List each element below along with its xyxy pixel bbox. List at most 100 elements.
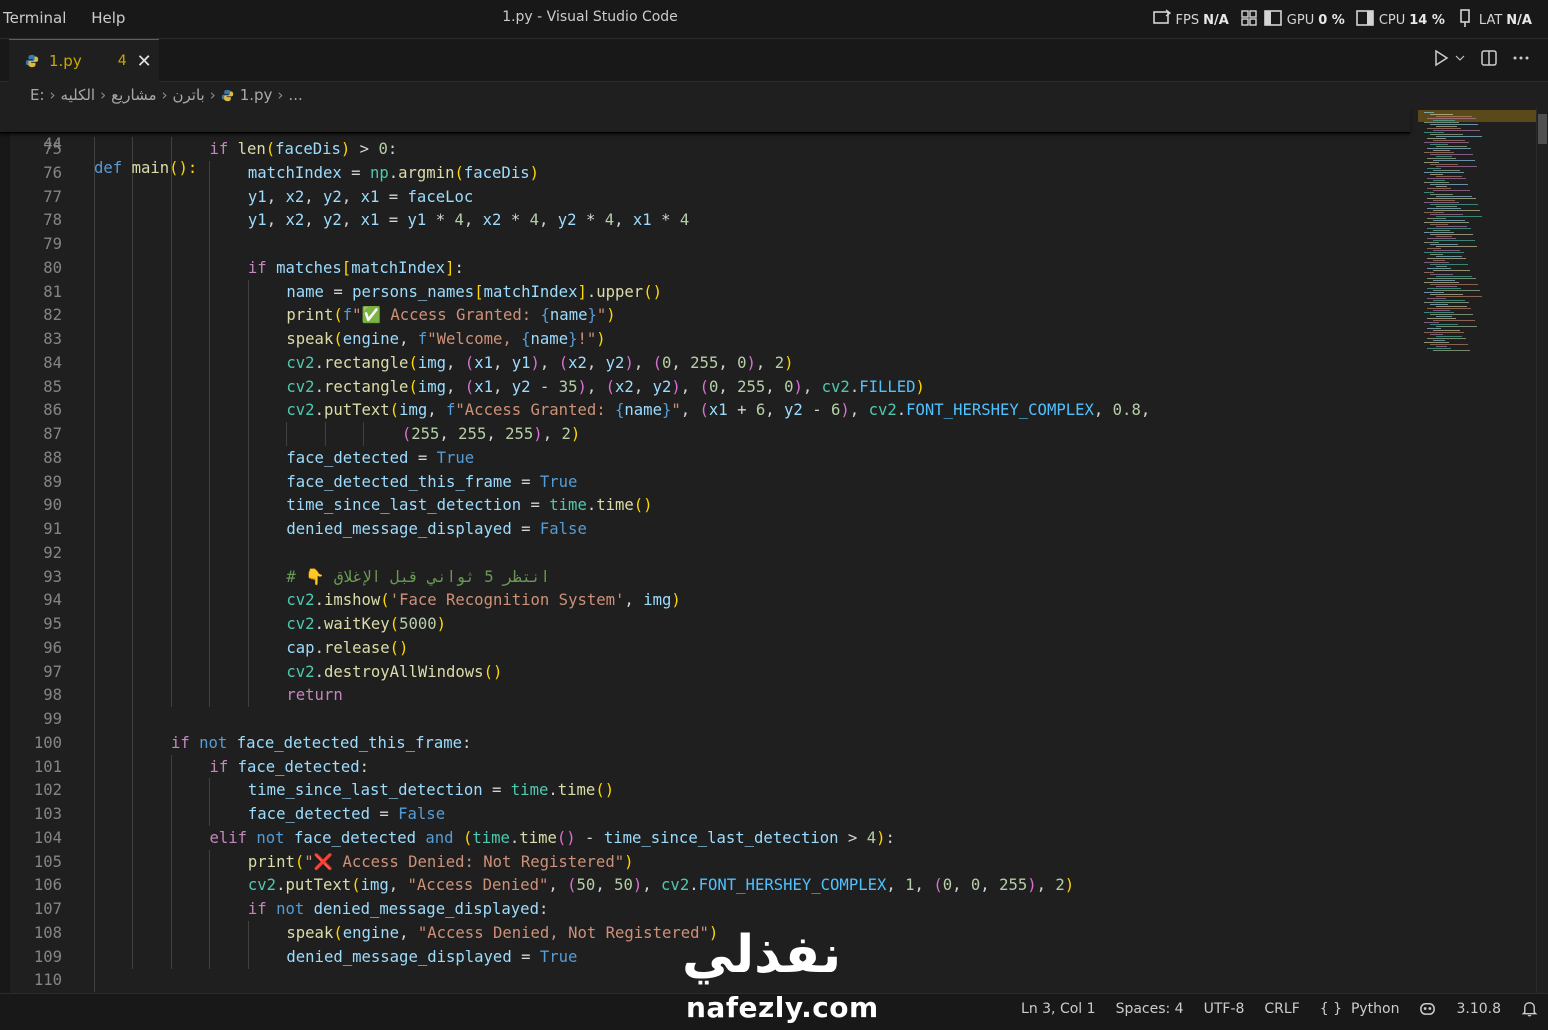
cursor-position[interactable]: Ln 3, Col 1: [1021, 1001, 1096, 1017]
bell-icon[interactable]: [1521, 1000, 1538, 1017]
code-token: len: [237, 140, 266, 158]
code-editor[interactable]: 44 def main(): 75 if len(faceDis) > 0: 76 m…: [0, 108, 1415, 993]
minimap-line: [1427, 208, 1461, 209]
end-of-line[interactable]: CRLF: [1264, 1001, 1299, 1017]
line-number: 82: [43, 306, 62, 325]
indent-guide: [132, 564, 134, 589]
chevron-down-icon[interactable]: [1454, 49, 1466, 67]
code-token: ): [436, 615, 447, 633]
code-token: putText: [285, 876, 352, 895]
file-encoding[interactable]: UTF-8: [1204, 1001, 1245, 1017]
minimap[interactable]: [1418, 108, 1536, 993]
split-editor-icon[interactable]: [1480, 49, 1498, 67]
minimap-line: [1424, 342, 1449, 343]
code-text: if len(faceDis) > 0:: [209, 137, 397, 161]
minimap-line: [1433, 340, 1445, 341]
code-token: x2: [482, 211, 502, 230]
code-token: {: [615, 401, 625, 420]
indent-guide: [132, 374, 134, 399]
breadcrumb-folder-pattern[interactable]: باترن: [172, 86, 204, 104]
indent-guide: [94, 493, 95, 518]
scrollbar-thumb[interactable]: [1538, 114, 1547, 144]
indent-guide: [132, 422, 134, 446]
code-token: ,: [388, 876, 408, 895]
code-token: ,: [614, 211, 633, 230]
vertical-scrollbar[interactable]: [1536, 108, 1548, 993]
code-token: ): [746, 353, 756, 372]
code-token: waitKey: [323, 615, 390, 633]
minimap-line: [1424, 152, 1454, 153]
code-token: 50: [614, 876, 633, 895]
minimap-line: [1427, 288, 1461, 289]
code-line-row: 77 y1, x2, y2, x1 = faceLoc: [0, 184, 1410, 209]
minimap-line: [1433, 120, 1455, 121]
indent-guide: [132, 255, 134, 280]
code-token: {: [540, 306, 550, 325]
code-token: ,: [341, 187, 361, 206]
minimap-line: [1424, 142, 1469, 143]
code-token: upper: [596, 282, 644, 301]
cpu-stat: CPU 14 %: [1355, 8, 1445, 28]
code-token: ]: [577, 282, 587, 301]
breadcrumb-folder-college[interactable]: الكليه: [61, 86, 96, 104]
minimap-line: [1424, 312, 1454, 313]
code-token: ,: [492, 353, 512, 372]
minimap-line: [1436, 136, 1482, 137]
code-token: (): [595, 781, 615, 800]
indent-guide: [170, 897, 172, 921]
code-text: speak(engine, f"Welcome, {name}!"): [286, 327, 605, 351]
python-version[interactable]: 3.10.8: [1456, 1001, 1501, 1017]
code-token: (): [556, 828, 576, 847]
minimap-line: [1433, 240, 1475, 241]
minimap-line: [1430, 124, 1478, 125]
language-mode[interactable]: { } Python: [1320, 1001, 1400, 1017]
tab-close-button[interactable]: ✕: [137, 51, 152, 72]
indent-guide: [170, 659, 172, 684]
breadcrumb-drive[interactable]: E:: [30, 86, 45, 104]
minimap-line: [1433, 290, 1480, 291]
code-token: *: [651, 211, 680, 230]
code-token: y2: [511, 377, 531, 396]
tab-1-py[interactable]: 1.py 4 ✕: [9, 39, 159, 82]
breadcrumb-folder-projects[interactable]: مشاريع: [111, 86, 156, 104]
indent-guide: [94, 849, 95, 874]
status-bar-right: Ln 3, Col 1 Spaces: 4 UTF-8 CRLF { } Pyt…: [1021, 1000, 1538, 1017]
code-token: ,: [680, 401, 700, 420]
code-token: ): [596, 330, 606, 348]
breadcrumb-file[interactable]: 1.py: [240, 86, 273, 104]
minimap-line: [1430, 144, 1448, 145]
code-token: faceDis: [275, 140, 341, 158]
indentation[interactable]: Spaces: 4: [1116, 1001, 1184, 1017]
code-token: (: [380, 591, 390, 610]
code-token: y2: [784, 401, 803, 420]
breadcrumb-symbol[interactable]: ...: [288, 86, 302, 104]
run-icon[interactable]: [1432, 49, 1450, 67]
code-line-row: 106 cv2.putText(img, "Access Denied", (50…: [0, 873, 1410, 898]
code-token: x1: [708, 401, 728, 420]
minimap-line: [1436, 216, 1482, 217]
minimap-line: [1433, 170, 1460, 171]
minimap-line: [1436, 166, 1477, 167]
minimap-line: [1433, 130, 1480, 131]
minimap-line: [1427, 178, 1466, 179]
indent-guide: [132, 635, 134, 660]
code-token: (): [643, 282, 662, 301]
code-token: =: [341, 163, 370, 182]
indent-guide: [94, 279, 95, 304]
code-token: 0.8: [1112, 401, 1141, 420]
indent-guide: [209, 944, 211, 969]
code-text: y1, x2, y2, x1 = faceLoc: [248, 185, 473, 209]
gpu-stat: GPU 0 %: [1239, 8, 1345, 28]
copilot-icon[interactable]: [1419, 1000, 1436, 1017]
code-token: 0: [737, 353, 747, 372]
indent-guide: [209, 588, 211, 613]
sticky-scroll-header[interactable]: 44 def main():: [0, 108, 1410, 177]
code-token: y2: [323, 187, 342, 206]
minimap-line: [1433, 180, 1445, 181]
code-token: (: [464, 377, 475, 396]
code-line-row: 88 face_detected = True: [0, 445, 1410, 470]
code-token: denied_message_displayed: [286, 520, 512, 538]
code-token: (): [483, 662, 503, 681]
more-actions-icon[interactable]: [1512, 49, 1530, 67]
minimap-line: [1424, 212, 1444, 213]
